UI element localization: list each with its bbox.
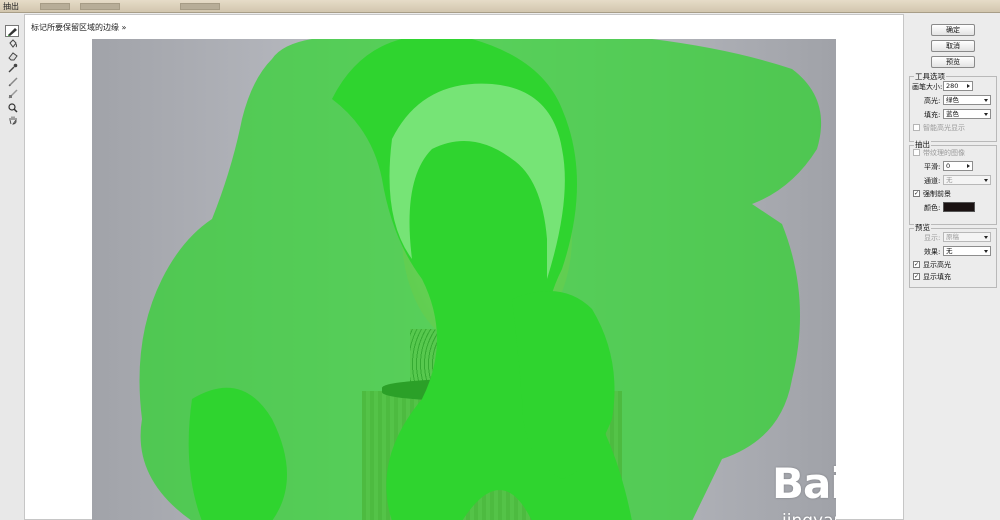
chevron-down-icon [984,99,988,102]
image-canvas[interactable]: Bai du 经验 jingyan.baidu.com [92,39,836,520]
effect-select[interactable]: 无 [943,246,991,256]
show-value: 原稿 [946,233,959,241]
edge-touchup-icon [8,89,18,99]
smooth-field[interactable]: 0 [943,161,973,171]
effect-value: 无 [946,247,953,255]
watermark-url: jingyan.baidu.com [782,511,836,520]
hand-tool[interactable] [6,114,20,126]
edge-touchup-tool[interactable] [6,88,20,100]
chevron-down-icon [984,236,988,239]
brush-size-field[interactable]: 280 [943,81,973,91]
show-select[interactable]: 原稿 [943,232,991,242]
options-panel: 确定 取消 预览 工具选项 画笔大小: 280 高光: 绿色 填充: 蓝色 智能… [904,14,1000,520]
textured-image-checkbox[interactable] [913,149,920,156]
fill-bucket-tool[interactable] [6,38,20,50]
smooth-value: 0 [946,162,951,170]
cleanup-tool-icon [8,77,18,87]
channel-label: 通道: [924,177,941,185]
chevron-down-icon [984,113,988,116]
fill-color-value: 蓝色 [946,110,959,118]
fill-label: 填充: [924,111,941,119]
show-highlight-checkbox[interactable]: ✓ [913,261,920,268]
preview-title: 预览 [914,222,931,233]
foreground-color-swatch[interactable] [943,202,975,212]
brush-size-value: 280 [946,82,959,90]
background-toolbar-ghost [40,3,70,10]
ok-button[interactable]: 确定 [931,24,975,36]
smart-highlight-label: 智能高光显示 [923,124,965,132]
window-title: 抽出 [3,2,19,11]
show-label: 显示: [924,234,941,242]
show-fill-label: 显示填充 [923,273,951,281]
eyedropper-icon [8,63,18,73]
edge-highlighter-icon [7,27,17,36]
watermark-logo-a: Bai [772,459,836,508]
preview-button[interactable]: 预览 [931,56,975,68]
cancel-button[interactable]: 取消 [931,40,975,52]
slider-arrow-icon [967,164,970,168]
fill-color-select[interactable]: 蓝色 [943,109,991,119]
zoom-tool[interactable] [6,102,20,114]
background-toolbar-ghost [180,3,220,10]
eyedropper-tool[interactable] [6,62,20,74]
force-foreground-label: 强制前景 [923,190,951,198]
slider-arrow-icon [967,84,970,88]
force-foreground-checkbox[interactable]: ✓ [913,190,920,197]
eraser-icon [8,52,18,61]
tool-palette [0,14,24,520]
background-toolbar-ghost [80,3,120,10]
smooth-label: 平滑: [924,163,941,171]
highlight-color-select[interactable]: 绿色 [943,95,991,105]
cleanup-tool[interactable] [6,76,20,88]
highlight-mask-overlay [139,39,822,520]
channel-value: 无 [946,176,953,184]
fill-bucket-icon [9,39,17,48]
tool-options-title: 工具选项 [914,71,946,82]
eraser-tool[interactable] [6,50,20,62]
smart-highlight-checkbox[interactable] [913,124,920,131]
edge-highlighter-tool[interactable] [5,25,19,37]
canvas-hint-text: 标记所要保留区域的边缘 » [31,23,127,32]
color-label: 颜色: [924,204,941,212]
zoom-icon [8,103,18,113]
hand-icon [9,116,17,125]
channel-select[interactable]: 无 [943,175,991,185]
baidu-watermark: Bai du 经验 jingyan.baidu.com [772,449,836,520]
chevron-down-icon [984,179,988,182]
effect-label: 效果: [924,248,941,256]
brush-size-label: 画笔大小: [912,83,943,91]
preview-work-area: 标记所要保留区域的边缘 » Ba [24,14,904,520]
textured-image-label: 带纹理的图像 [923,149,965,157]
highlight-label: 高光: [924,97,941,105]
show-fill-checkbox[interactable]: ✓ [913,273,920,280]
highlight-color-value: 绿色 [946,96,959,104]
chevron-down-icon [984,250,988,253]
title-bar: 抽出 [0,0,1000,13]
show-highlight-label: 显示高光 [923,261,951,269]
